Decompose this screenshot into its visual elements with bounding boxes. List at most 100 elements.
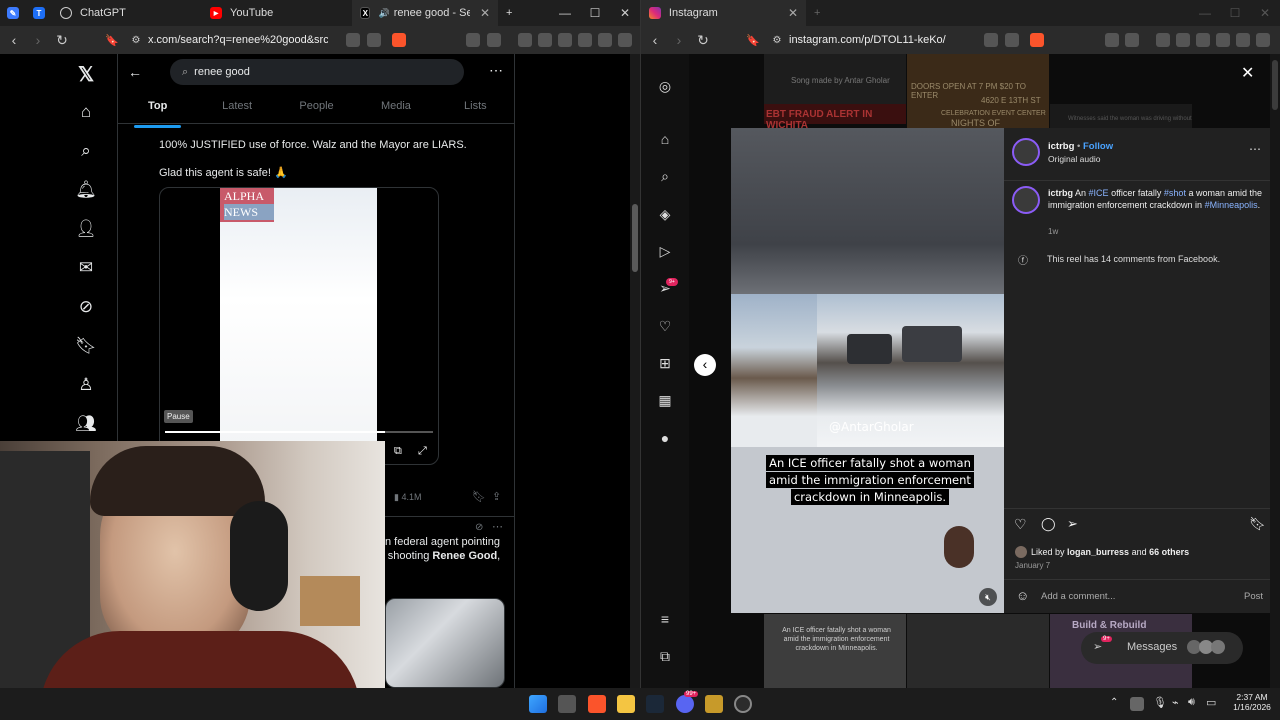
extensions-icon[interactable]	[466, 33, 480, 47]
more-options-icon[interactable]: ⋯	[489, 62, 503, 79]
back-icon[interactable]: ‹	[645, 32, 665, 48]
bookmark-icon[interactable]: 🔖	[102, 34, 122, 47]
wallet-icon[interactable]	[1196, 33, 1210, 47]
close-tab-icon[interactable]: ✕	[480, 6, 490, 20]
media-icon[interactable]	[518, 33, 532, 47]
tab-t-app[interactable]: T	[26, 0, 52, 26]
brave-browser-icon[interactable]	[588, 695, 606, 713]
follow-person-icon[interactable]: 👤︎	[74, 217, 98, 241]
tab-youtube[interactable]: ▶ YouTube	[202, 0, 352, 26]
notifications-bell-icon[interactable]: 🔔︎	[74, 178, 98, 202]
bookmarks-icon[interactable]: 🔖︎	[74, 334, 98, 358]
new-tab-button[interactable]: +	[806, 0, 830, 26]
browser-menu-icon[interactable]: ✎	[0, 0, 26, 26]
url-text[interactable]: x.com/search?q=renee%20good&src=typ...	[148, 34, 328, 46]
close-window-icon[interactable]: ✕	[1250, 6, 1280, 20]
share-post-icon[interactable]: ⇪	[492, 490, 501, 503]
bookmark-icon[interactable]: 🔖	[743, 34, 763, 47]
also-from-meta-icon[interactable]: ⧉	[656, 647, 674, 665]
bookmark-post-icon[interactable]: 🔖︎	[472, 490, 486, 503]
battery-icon[interactable]: ▭	[1206, 696, 1216, 709]
left-scrollbar[interactable]	[630, 54, 640, 688]
steam-icon[interactable]	[646, 695, 664, 713]
vpn-icon[interactable]	[598, 33, 612, 47]
reels-icon[interactable]: ▷	[656, 242, 674, 260]
vpn-icon[interactable]	[1236, 33, 1250, 47]
network-icon[interactable]: ⌁	[1172, 696, 1179, 709]
reload-icon[interactable]: ↻	[693, 32, 713, 49]
sidebar-icon[interactable]	[1176, 33, 1190, 47]
tab-lists[interactable]: Lists	[436, 94, 515, 123]
leo-ai-icon[interactable]	[1216, 33, 1230, 47]
maximize-icon[interactable]: ☐	[1220, 6, 1250, 20]
site-settings-icon[interactable]: ⚙	[126, 35, 146, 46]
left-scrollbar-thumb[interactable]	[632, 204, 638, 272]
notifications-heart-icon[interactable]: ♡	[656, 317, 674, 335]
post-more-icon[interactable]: ⋯	[492, 520, 503, 533]
discord-icon[interactable]	[676, 695, 694, 713]
views-count[interactable]: ▮ 4.1M	[394, 492, 421, 503]
comment-icon[interactable]: ◯	[1041, 516, 1056, 532]
clock[interactable]: 2:37 AM 1/16/2026	[1230, 692, 1274, 712]
tab-x-search[interactable]: X 🔊 renee good - Search / X ✕	[352, 0, 498, 26]
audio-label[interactable]: Original audio	[1048, 154, 1100, 164]
post-comment-button[interactable]: Post	[1244, 591, 1263, 602]
w-app-icon[interactable]	[705, 695, 723, 713]
site-settings-icon[interactable]: ⚙	[767, 35, 787, 46]
leo-ai-icon[interactable]	[578, 33, 592, 47]
communities-icon[interactable]: 👥︎	[74, 412, 98, 436]
tab-people[interactable]: People	[277, 94, 356, 123]
minimize-icon[interactable]: —	[550, 6, 580, 20]
brave-shield-icon[interactable]	[392, 33, 406, 47]
reload-icon[interactable]: ↻	[52, 32, 72, 49]
more-menu-icon[interactable]: ≡	[656, 610, 674, 628]
screenshot-icon[interactable]	[487, 33, 501, 47]
grok-post-icon[interactable]: ⊘	[475, 522, 483, 533]
caption-avatar[interactable]	[1012, 186, 1040, 214]
back-arrow-icon[interactable]: ←	[128, 64, 142, 80]
messages-pill[interactable]: ➢ 9+ Messages	[1081, 632, 1243, 664]
wallet-icon[interactable]	[558, 33, 572, 47]
new-tab-button[interactable]: +	[498, 0, 522, 26]
reel-video[interactable]: @AntarGholar An ICE officer fatally shot…	[731, 128, 1004, 613]
minimize-icon[interactable]: —	[1190, 6, 1220, 20]
tray-chevron-up-icon[interactable]: ⌃	[1110, 697, 1118, 708]
prev-post-button[interactable]: ‹	[694, 354, 716, 376]
close-tab-icon[interactable]: ✕	[788, 6, 798, 20]
screenshot-icon[interactable]	[1125, 33, 1139, 47]
sidebar-icon[interactable]	[538, 33, 552, 47]
follow-button[interactable]: Follow	[1083, 141, 1113, 152]
maximize-icon[interactable]: ☐	[580, 6, 610, 20]
comment-input[interactable]: Add a comment...	[1041, 591, 1115, 602]
search-input[interactable]: ⌕ renee good	[170, 59, 464, 85]
post-video[interactable]: ALPHA NEWS Pause ⧉ ⤢	[159, 187, 439, 465]
like-heart-icon[interactable]: ♡	[1014, 516, 1027, 533]
cast-icon[interactable]	[346, 33, 360, 47]
obs-icon[interactable]	[734, 695, 752, 713]
search-icon[interactable]: ⌕	[656, 167, 674, 185]
start-windows-icon[interactable]	[529, 695, 547, 713]
post-more-icon[interactable]: ⋯	[1249, 142, 1261, 156]
home-icon[interactable]: ⌂	[656, 130, 674, 148]
save-bookmark-icon[interactable]: 🔖︎	[1249, 516, 1266, 532]
explore-compass-icon[interactable]: ◈	[656, 205, 674, 223]
media-icon[interactable]	[1156, 33, 1170, 47]
next-post-media[interactable]	[385, 598, 505, 688]
mute-icon[interactable]: 🔇︎	[979, 588, 997, 606]
jobs-icon[interactable]: ♙	[74, 373, 98, 397]
forward-icon[interactable]: ›	[669, 32, 689, 48]
close-window-icon[interactable]: ✕	[610, 6, 640, 20]
close-modal-icon[interactable]: ✕	[1241, 63, 1254, 83]
right-scrollbar-thumb[interactable]	[1272, 60, 1278, 110]
cast-icon[interactable]	[984, 33, 998, 47]
author-username[interactable]: ictrbg	[1048, 141, 1074, 152]
fullscreen-icon[interactable]: ⤢	[418, 445, 427, 458]
forward-icon[interactable]: ›	[28, 32, 48, 48]
share-send-icon[interactable]: ➢	[1067, 516, 1078, 532]
taskview-icon[interactable]	[558, 695, 576, 713]
create-icon[interactable]: ⊞	[656, 354, 674, 372]
author-avatar[interactable]	[1012, 138, 1040, 166]
dashboard-icon[interactable]: ▦	[656, 391, 674, 409]
explore-search-icon[interactable]: ⌕	[74, 139, 98, 163]
menu-icon[interactable]	[1256, 33, 1270, 47]
